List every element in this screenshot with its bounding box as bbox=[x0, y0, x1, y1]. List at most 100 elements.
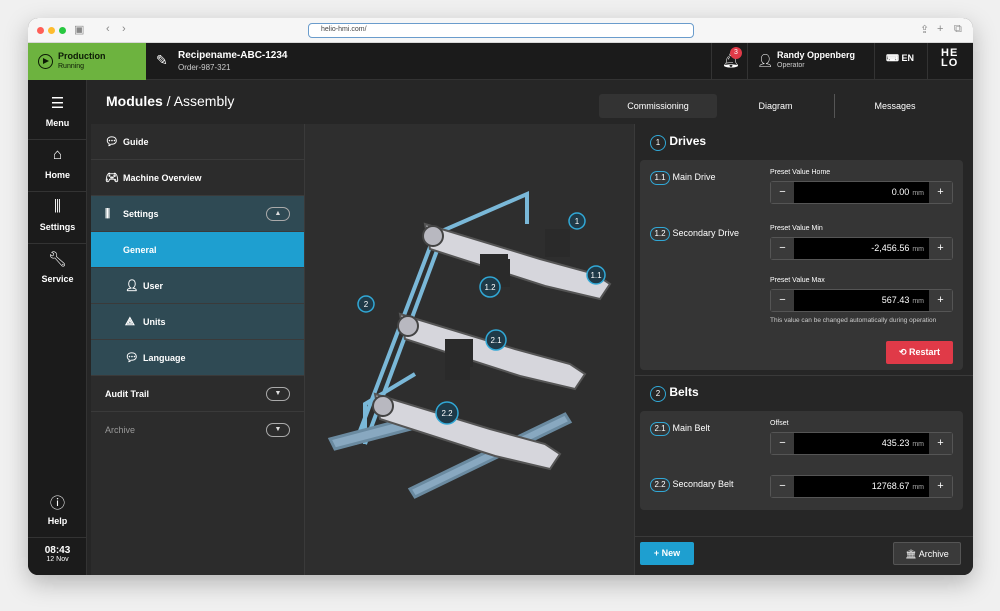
drives-title: Drives bbox=[669, 134, 707, 148]
nav-home[interactable]: ⌂ Home bbox=[28, 140, 87, 192]
status-state: Running bbox=[58, 63, 85, 70]
preset-min-value[interactable]: -2,456.56 mm bbox=[795, 238, 924, 260]
decrement-button[interactable]: − bbox=[771, 182, 794, 203]
status-title: Production bbox=[58, 51, 106, 61]
preset-home-value[interactable]: 0.00 mm bbox=[795, 182, 924, 204]
menu-archive[interactable]: Archive ▼ bbox=[91, 412, 304, 448]
address-bar[interactable]: helio-hmi.com/ bbox=[308, 23, 694, 38]
new-button[interactable]: + New bbox=[640, 542, 694, 565]
notification-badge: 3 bbox=[730, 47, 742, 59]
decrement-button[interactable]: − bbox=[771, 433, 794, 454]
menu-general[interactable]: General bbox=[91, 232, 304, 268]
callout-2-1[interactable]: 2.1 bbox=[485, 329, 507, 351]
language-selector[interactable]: ⌨ EN bbox=[886, 53, 914, 64]
speech-icon: 💬︎ bbox=[125, 352, 139, 364]
menu-audit-trail[interactable]: Audit Trail ▼ bbox=[91, 376, 304, 412]
menu-label: General bbox=[123, 245, 157, 255]
menu-machine-overview[interactable]: 🎮︎ Machine Overview bbox=[91, 160, 304, 196]
value-text: 567.43 bbox=[881, 295, 910, 305]
restart-button[interactable]: ⟲ Restart bbox=[886, 341, 953, 364]
belts-number: 2 bbox=[650, 386, 666, 402]
nav-menu[interactable]: ☰ Menu bbox=[28, 88, 87, 140]
tabs-icon[interactable]: ⧉ bbox=[954, 23, 962, 36]
top-bar: Production Running ✎ Recipename-ABC-1234… bbox=[28, 43, 973, 80]
tab-diagram[interactable]: Diagram bbox=[717, 94, 835, 118]
footer-divider bbox=[635, 536, 973, 537]
increment-button[interactable]: + bbox=[929, 433, 952, 454]
callout-1[interactable]: 1 bbox=[568, 212, 586, 230]
clock-time: 08:43 bbox=[44, 545, 71, 556]
user-name: Randy Oppenberg bbox=[777, 50, 856, 60]
home-icon: ⌂ bbox=[52, 146, 63, 163]
menu-label: User bbox=[143, 281, 164, 291]
chevron-up-icon[interactable]: ▲ bbox=[266, 207, 290, 221]
menu-units[interactable]: ⟁ Units bbox=[91, 304, 304, 340]
tab-label: Diagram bbox=[758, 101, 793, 111]
chevron-down-icon[interactable]: ▼ bbox=[266, 387, 290, 401]
close-dot[interactable] bbox=[37, 27, 44, 34]
decrement-button[interactable]: − bbox=[771, 476, 794, 497]
menu-language[interactable]: 💬︎ Language bbox=[91, 340, 304, 376]
callout-2-2[interactable]: 2.2 bbox=[435, 401, 459, 425]
nav-settings[interactable]: ⫼ Settings bbox=[28, 192, 87, 244]
archive-icon: 🏛︎ bbox=[905, 549, 917, 559]
minimize-dot[interactable] bbox=[48, 27, 55, 34]
nav-service[interactable]: 🔧︎ Service bbox=[28, 244, 87, 296]
zoom-dot[interactable] bbox=[59, 27, 66, 34]
restart-icon: ⟲ bbox=[898, 347, 907, 357]
secondary-belt-value[interactable]: 12768.67 mm bbox=[795, 476, 924, 498]
offset-value[interactable]: 435.23 mm bbox=[795, 433, 924, 455]
callout-2[interactable]: 2 bbox=[357, 295, 375, 313]
increment-button[interactable]: + bbox=[929, 182, 952, 203]
menu-user[interactable]: 👤︎ User bbox=[91, 268, 304, 304]
help-icon: ⓘ bbox=[49, 495, 65, 512]
decrement-button[interactable]: − bbox=[771, 290, 794, 311]
nav-settings-label: Settings bbox=[39, 222, 76, 232]
production-status[interactable]: Production Running bbox=[28, 43, 146, 80]
secondary-belt-text: Secondary Belt bbox=[672, 479, 734, 489]
callout-2-text: 2 bbox=[364, 300, 369, 309]
menu-label: Machine Overview bbox=[123, 173, 202, 183]
unit-text: mm bbox=[912, 441, 924, 448]
preset-min-label: Preset Value Min bbox=[770, 225, 823, 232]
order-number: Order-987-321 bbox=[178, 63, 231, 72]
sliders-icon: ⫼ bbox=[105, 208, 111, 220]
belts-header: 2 Belts bbox=[650, 385, 699, 402]
nav-service-label: Service bbox=[41, 274, 74, 284]
chevron-down-icon[interactable]: ▼ bbox=[266, 423, 290, 437]
main-belt-text: Main Belt bbox=[672, 423, 711, 433]
forward-icon[interactable]: › bbox=[122, 23, 126, 35]
callout-1-text: 1 bbox=[575, 217, 580, 226]
tab-label: Commissioning bbox=[627, 101, 689, 111]
increment-button[interactable]: + bbox=[929, 476, 952, 497]
unit-text: mm bbox=[912, 484, 924, 491]
menu-guide[interactable]: 💬︎ Guide bbox=[91, 124, 304, 160]
left-nav: ☰ Menu ⌂ Home ⫼ Settings 🔧︎ Service ⓘ Help 08… bbox=[28, 80, 87, 575]
callout-2-2-text: 2.2 bbox=[441, 409, 453, 418]
share-icon[interactable]: ⇪ bbox=[920, 23, 929, 36]
callout-1-2[interactable]: 1.2 bbox=[479, 276, 501, 298]
back-icon[interactable]: ‹ bbox=[106, 23, 110, 35]
offset-label: Offset bbox=[770, 420, 789, 427]
callout-1-1[interactable]: 1.1 bbox=[586, 265, 606, 285]
new-tab-icon[interactable]: + bbox=[937, 23, 943, 35]
conveyor-1 bbox=[422, 222, 612, 301]
main-drive-label: 1.1 Main Drive bbox=[650, 171, 716, 185]
increment-button[interactable]: + bbox=[929, 290, 952, 311]
browser-window: ▣ ‹ › helio-hmi.com/ ⇪ + ⧉ Production Ru… bbox=[28, 18, 973, 575]
archive-label: Archive bbox=[918, 549, 949, 559]
sliders-icon: ⫼ bbox=[54, 198, 61, 215]
tab-commissioning[interactable]: Commissioning bbox=[599, 94, 717, 118]
menu-settings[interactable]: ⫼ Settings ▲ bbox=[91, 196, 304, 232]
page-title-sub: Assembly bbox=[173, 93, 235, 109]
preset-max-value[interactable]: 567.43 mm bbox=[795, 290, 924, 312]
tab-messages[interactable]: Messages bbox=[836, 94, 954, 118]
menu-label: Units bbox=[143, 317, 166, 327]
callout-1-2-text: 1.2 bbox=[484, 283, 496, 292]
decrement-button[interactable]: − bbox=[771, 238, 794, 259]
sidebar-toggle-icon[interactable]: ▣ bbox=[74, 23, 84, 36]
nav-help[interactable]: ⓘ Help bbox=[28, 486, 87, 538]
increment-button[interactable]: + bbox=[929, 238, 952, 259]
archive-button[interactable]: 🏛︎ Archive bbox=[893, 542, 961, 565]
secondary-drive-text: Secondary Drive bbox=[672, 228, 740, 238]
